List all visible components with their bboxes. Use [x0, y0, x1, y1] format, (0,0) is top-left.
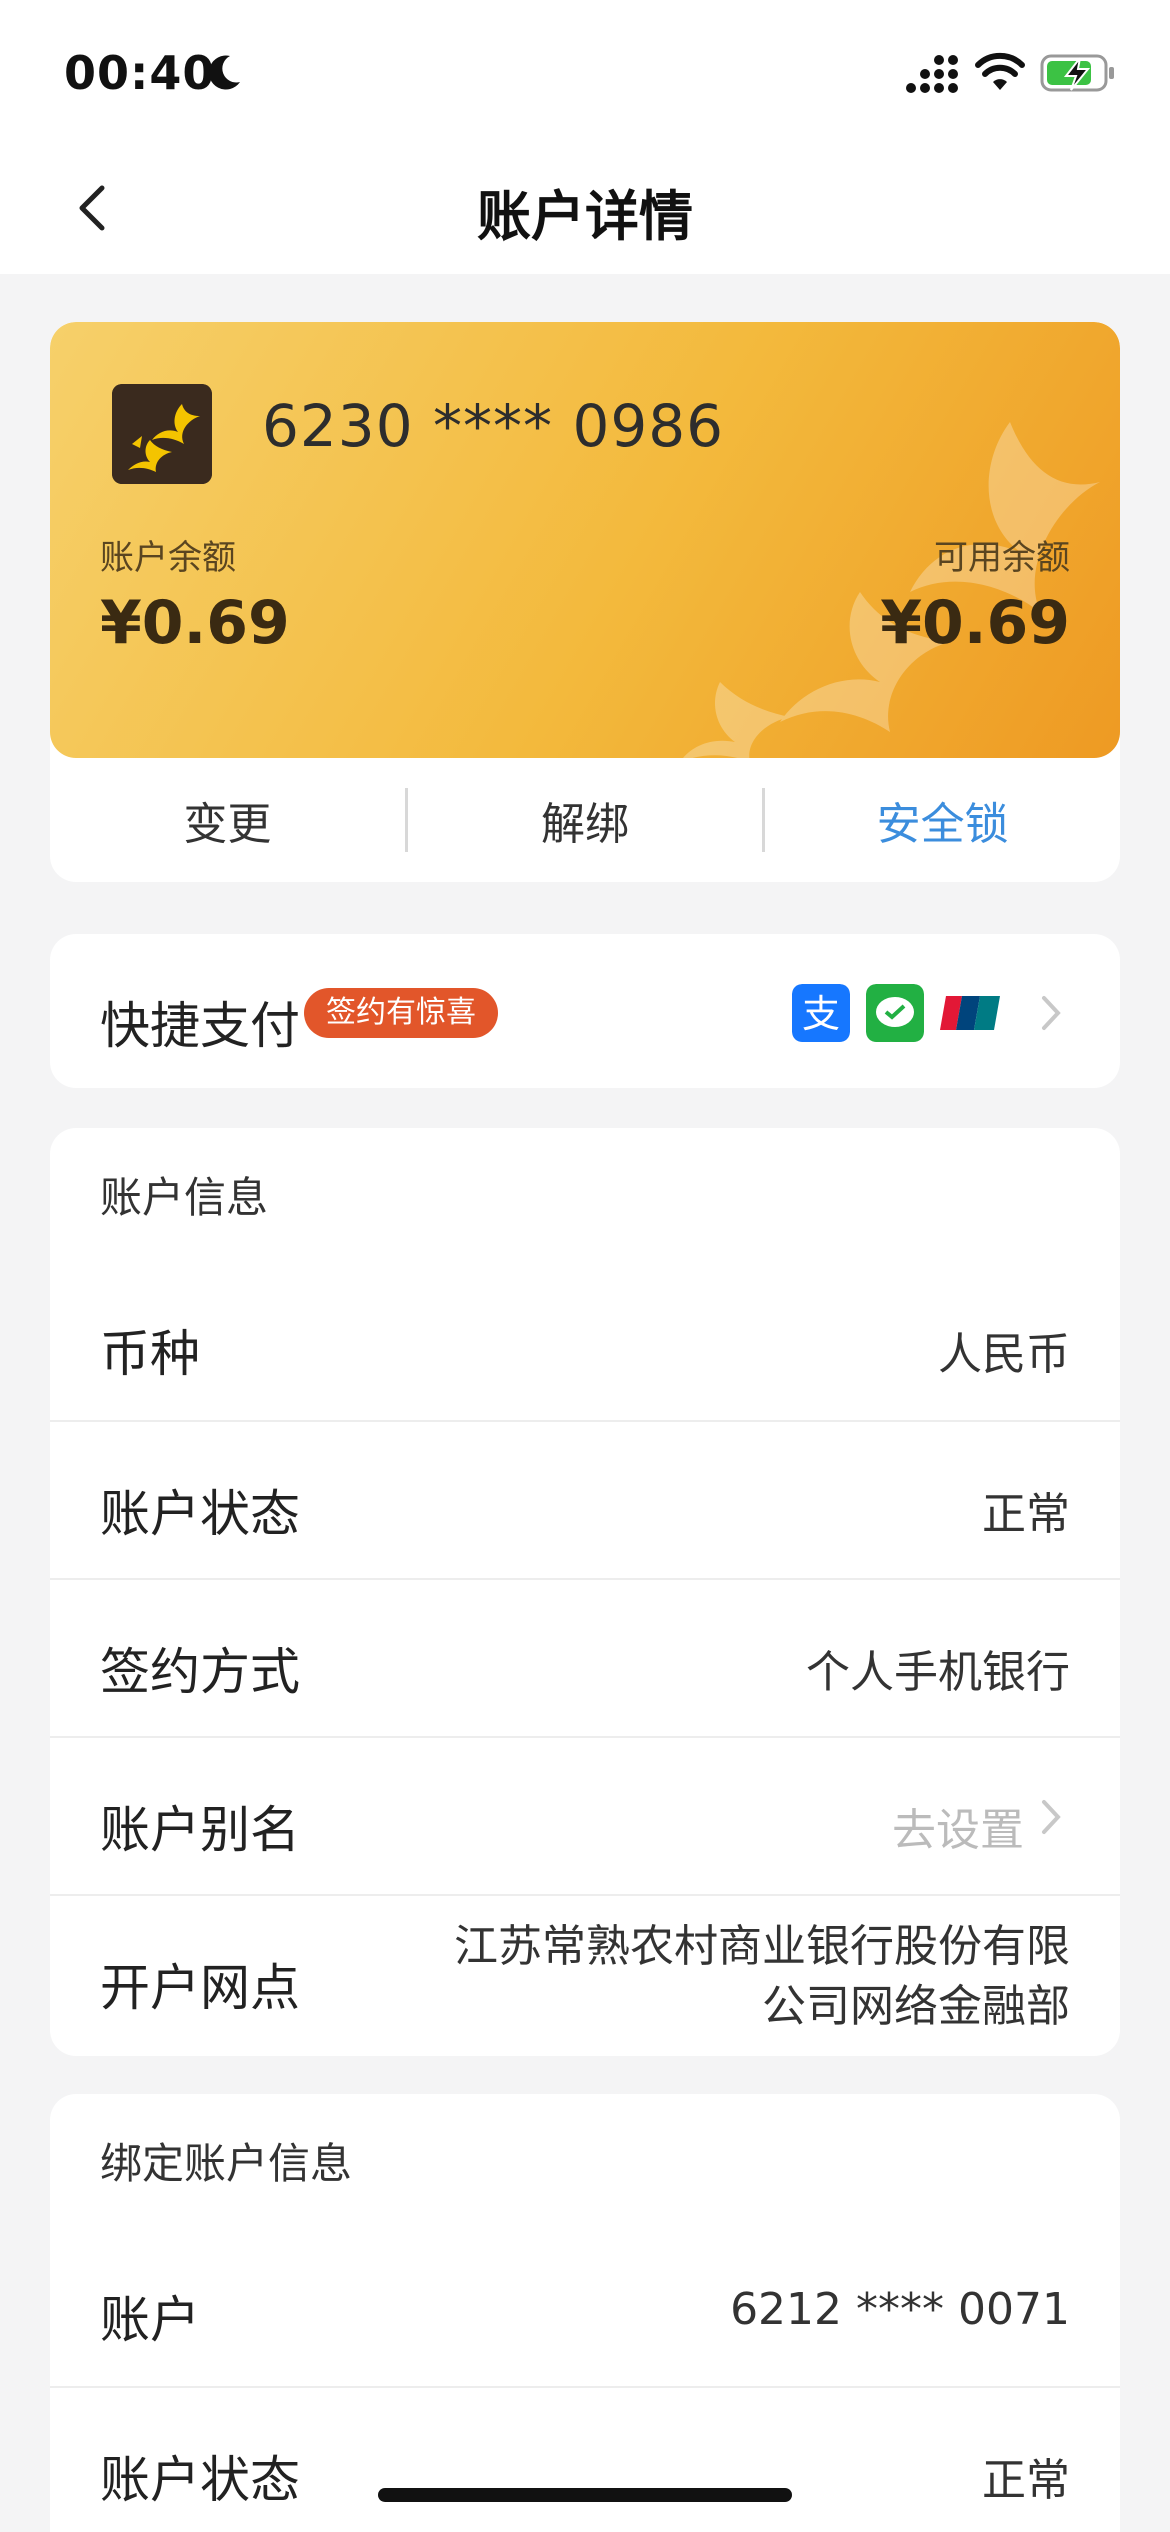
row-value-line2: 公司网络金融部: [762, 1981, 1070, 2032]
card-actions: 变更 解绑 安全锁: [50, 758, 1120, 882]
row-value: 个人手机银行: [806, 1647, 1070, 1698]
section-header: 账户信息: [100, 1173, 269, 1222]
row-value: 正常: [982, 1489, 1070, 1540]
svg-text:支: 支: [802, 992, 840, 1036]
wechat-pay-icon: [866, 984, 924, 1042]
card-number: 6230 **** 0986: [262, 392, 725, 460]
unbind-button[interactable]: 解绑: [408, 788, 763, 852]
status-bar: 00:40: [0, 0, 1170, 150]
signal-icon: [906, 55, 958, 93]
moon-icon: [208, 55, 240, 90]
row-label: 开户网点: [100, 1959, 300, 2017]
battery-charging-icon: [1040, 54, 1114, 92]
bound-account-row: 账户 6212 **** 0071: [50, 2228, 1120, 2386]
row-label: 账户状态: [100, 1485, 300, 1543]
change-button[interactable]: 变更: [50, 788, 405, 852]
section-header: 绑定账户信息: [100, 2139, 353, 2188]
branch-row: 开户网点 江苏常熟农村商业银行股份有限 公司网络金融部: [50, 1894, 1120, 2056]
set-alias-link[interactable]: 去设置: [892, 1794, 1024, 1858]
balance-label: 账户余额: [100, 538, 236, 578]
bank-logo-icon: [112, 384, 212, 484]
wifi-icon: [975, 52, 1025, 90]
row-label: 账户: [100, 2291, 200, 2349]
row-label: 签约方式: [100, 1643, 300, 1701]
currency-row: 币种 人民币: [50, 1262, 1120, 1420]
row-label: 币种: [100, 1325, 200, 1383]
alipay-icon: 支: [792, 984, 850, 1042]
row-label: 账户别名: [100, 1801, 300, 1859]
chevron-right-icon: [1042, 1800, 1061, 1834]
promo-badge: 签约有惊喜: [304, 988, 498, 1038]
sign-method-row: 签约方式 个人手机银行: [50, 1578, 1120, 1736]
row-value-line1: 江苏常熟农村商业银行股份有限: [454, 1921, 1070, 1972]
row-value: 6212 **** 0071: [730, 2284, 1070, 2335]
account-info-section: 账户信息 币种 人民币 账户状态 正常 签约方式 个人手机银行 账户别名 去设置…: [50, 1128, 1120, 2056]
balance-amount: ¥0.69: [100, 588, 290, 658]
row-value: 人民币: [938, 1329, 1070, 1380]
account-status-row: 账户状态 正常: [50, 1420, 1120, 1578]
quick-pay-title: 快捷支付: [100, 997, 300, 1055]
card-face[interactable]: 6230 **** 0986 账户余额 ¥0.69 可用余额 ¥0.69: [50, 322, 1120, 758]
quick-pay-row[interactable]: 快捷支付 签约有惊喜 支: [50, 934, 1120, 1088]
row-label: 账户状态: [100, 2451, 300, 2509]
unionpay-icon: [940, 996, 1000, 1030]
available-amount: ¥0.69: [880, 588, 1070, 658]
bound-account-section: 绑定账户信息 账户 6212 **** 0071 账户状态 正常: [50, 2094, 1120, 2532]
account-card: 6230 **** 0986 账户余额 ¥0.69 可用余额 ¥0.69 变更 …: [50, 322, 1120, 882]
available-label: 可用余额: [934, 538, 1070, 578]
status-time: 00:40: [64, 46, 216, 100]
bound-status-row: 账户状态 正常: [50, 2386, 1120, 2532]
account-alias-row[interactable]: 账户别名 去设置: [50, 1736, 1120, 1894]
home-indicator[interactable]: [378, 2488, 792, 2502]
chevron-right-icon: [1042, 996, 1061, 1030]
row-value: 正常: [982, 2455, 1070, 2506]
page-title: 账户详情: [477, 185, 693, 248]
security-lock-button[interactable]: 安全锁: [765, 788, 1120, 852]
